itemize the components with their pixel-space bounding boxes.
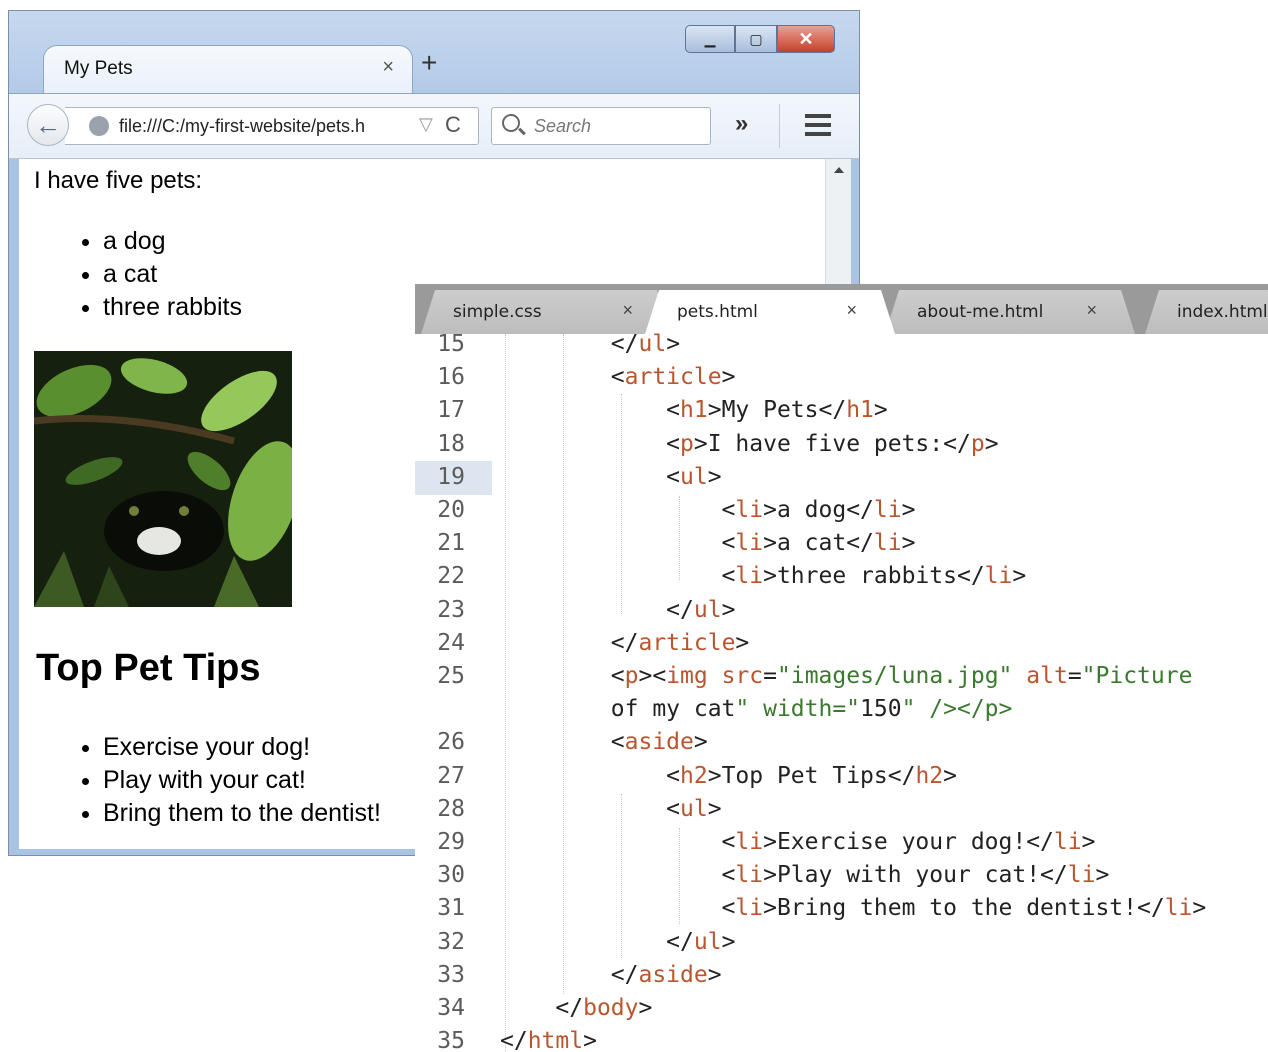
line-number: 33 (437, 961, 465, 988)
tab-label: index.html (1177, 302, 1268, 322)
code-text[interactable]: </ul> (500, 926, 735, 959)
title-bar: My Pets × + ▁ ▢ ✕ (9, 11, 859, 93)
pets-list: a dog a cat three rabbits (77, 225, 242, 324)
code-text[interactable]: </ul> (500, 594, 735, 627)
code-text[interactable]: </article> (500, 627, 750, 660)
intro-paragraph: I have five pets: (34, 167, 203, 194)
code-text[interactable]: </aside> (500, 959, 722, 992)
search-input[interactable]: Search (491, 107, 711, 145)
tips-list: Exercise your dog! Play with your cat! B… (77, 731, 381, 830)
tab-close-icon[interactable]: × (1086, 300, 1097, 321)
window-controls: ▁ ▢ ✕ (685, 25, 835, 55)
minimize-button[interactable]: ▁ (685, 25, 735, 53)
code-text[interactable]: <li>three rabbits</li> (500, 560, 1027, 593)
line-number: 25 (437, 663, 465, 689)
code-text[interactable]: <h2>Top Pet Tips</h2> (500, 760, 957, 793)
code-text[interactable]: <li>Play with your cat!</li> (500, 859, 1110, 892)
toolbar-overflow-button[interactable]: » (735, 110, 748, 138)
list-item: Play with your cat! (103, 764, 381, 797)
toolbar-separator (779, 104, 780, 148)
code-text[interactable]: </body> (500, 992, 652, 1025)
code-area[interactable]: 15 </ul> 16 <article> 17 <h1>My Pets</h1> 1… (415, 331, 1268, 1052)
tab-index-html[interactable]: index.html (1145, 290, 1268, 334)
url-text[interactable]: file:///C:/my-first-website/pets.h (119, 116, 409, 137)
tab-label: simple.css (453, 302, 542, 322)
line-number: 29 (437, 829, 465, 855)
code-text[interactable]: <p><img src="images/luna.jpg" alt="Pictu… (500, 660, 1193, 693)
line-number: 26 (437, 729, 465, 756)
code-text[interactable]: <ul> (500, 793, 721, 826)
tab-about-me-html[interactable]: about-me.html × (885, 290, 1135, 334)
line-number: 27 (437, 762, 465, 789)
browser-tab[interactable]: My Pets × (43, 45, 413, 93)
line-number: 22 (437, 563, 465, 590)
line-number: 34 (437, 995, 465, 1021)
code-text[interactable]: </html> (500, 1025, 597, 1052)
line-number: 19 (437, 463, 465, 490)
code-text[interactable]: <aside> (500, 726, 708, 759)
list-item: Bring them to the dentist! (103, 797, 381, 830)
tab-title: My Pets (64, 58, 133, 79)
close-window-button[interactable]: ✕ (777, 25, 835, 53)
code-text[interactable]: <li>a dog</li> (500, 494, 916, 527)
url-history-dropdown-icon[interactable]: ▽ (419, 114, 433, 135)
line-number: 30 (437, 862, 465, 889)
line-number: 32 (437, 928, 465, 955)
code-text[interactable]: <li>Bring them to the dentist!</li> (500, 892, 1207, 925)
line-number: 28 (437, 795, 465, 822)
url-bar[interactable]: file:///C:/my-first-website/pets.h ▽ C (65, 107, 479, 145)
code-text[interactable]: of my cat" width="150" /></p> (500, 693, 1013, 726)
code-text[interactable]: <p>I have five pets:</p> (500, 428, 998, 461)
line-number: 31 (437, 895, 465, 922)
code-text[interactable]: <li>Exercise your dog!</li> (500, 826, 1096, 859)
line-number: 17 (437, 397, 465, 424)
tab-pets-html[interactable]: pets.html × (645, 290, 895, 334)
code-text[interactable]: <h1>My Pets</h1> (500, 394, 888, 427)
code-editor-window: simple.css × about-me.html × index.html … (415, 284, 1268, 1052)
line-number: 21 (437, 530, 465, 557)
tips-heading: Top Pet Tips (36, 647, 261, 689)
tab-close-icon[interactable]: × (622, 300, 633, 321)
code-text[interactable]: <article> (500, 361, 736, 394)
tab-close-icon[interactable]: × (382, 56, 394, 79)
list-item: three rabbits (103, 291, 242, 324)
tab-label: about-me.html (917, 302, 1044, 322)
line-number: 18 (437, 430, 465, 457)
code-text[interactable]: <li>a cat</li> (500, 527, 916, 560)
search-placeholder: Search (534, 116, 592, 136)
reload-icon[interactable]: C (445, 112, 461, 138)
code-text[interactable]: <ul> (500, 461, 721, 494)
list-item: a cat (103, 258, 242, 291)
line-number: 23 (437, 596, 465, 623)
nav-toolbar: file:///C:/my-first-website/pets.h ▽ C ←… (9, 93, 859, 159)
new-tab-button[interactable]: + (421, 49, 437, 77)
line-number: 15 (437, 331, 465, 357)
hamburger-menu-icon[interactable] (805, 114, 831, 118)
editor-tab-bar: simple.css × about-me.html × index.html … (415, 284, 1268, 334)
cat-photo (34, 351, 292, 607)
line-number: 16 (437, 364, 465, 391)
line-number: 35 (437, 1028, 465, 1052)
maximize-button[interactable]: ▢ (735, 25, 777, 53)
line-number: 20 (437, 497, 465, 523)
list-item: a dog (103, 225, 242, 258)
scroll-up-arrow-icon[interactable] (834, 167, 844, 173)
globe-icon (89, 116, 109, 136)
tab-label: pets.html (677, 302, 758, 322)
tab-close-icon[interactable]: × (846, 300, 857, 321)
line-number: 24 (437, 629, 465, 656)
search-icon (502, 114, 520, 132)
list-item: Exercise your dog! (103, 731, 381, 764)
code-text[interactable]: </ul> (500, 328, 680, 361)
back-button[interactable]: ← (27, 104, 69, 146)
